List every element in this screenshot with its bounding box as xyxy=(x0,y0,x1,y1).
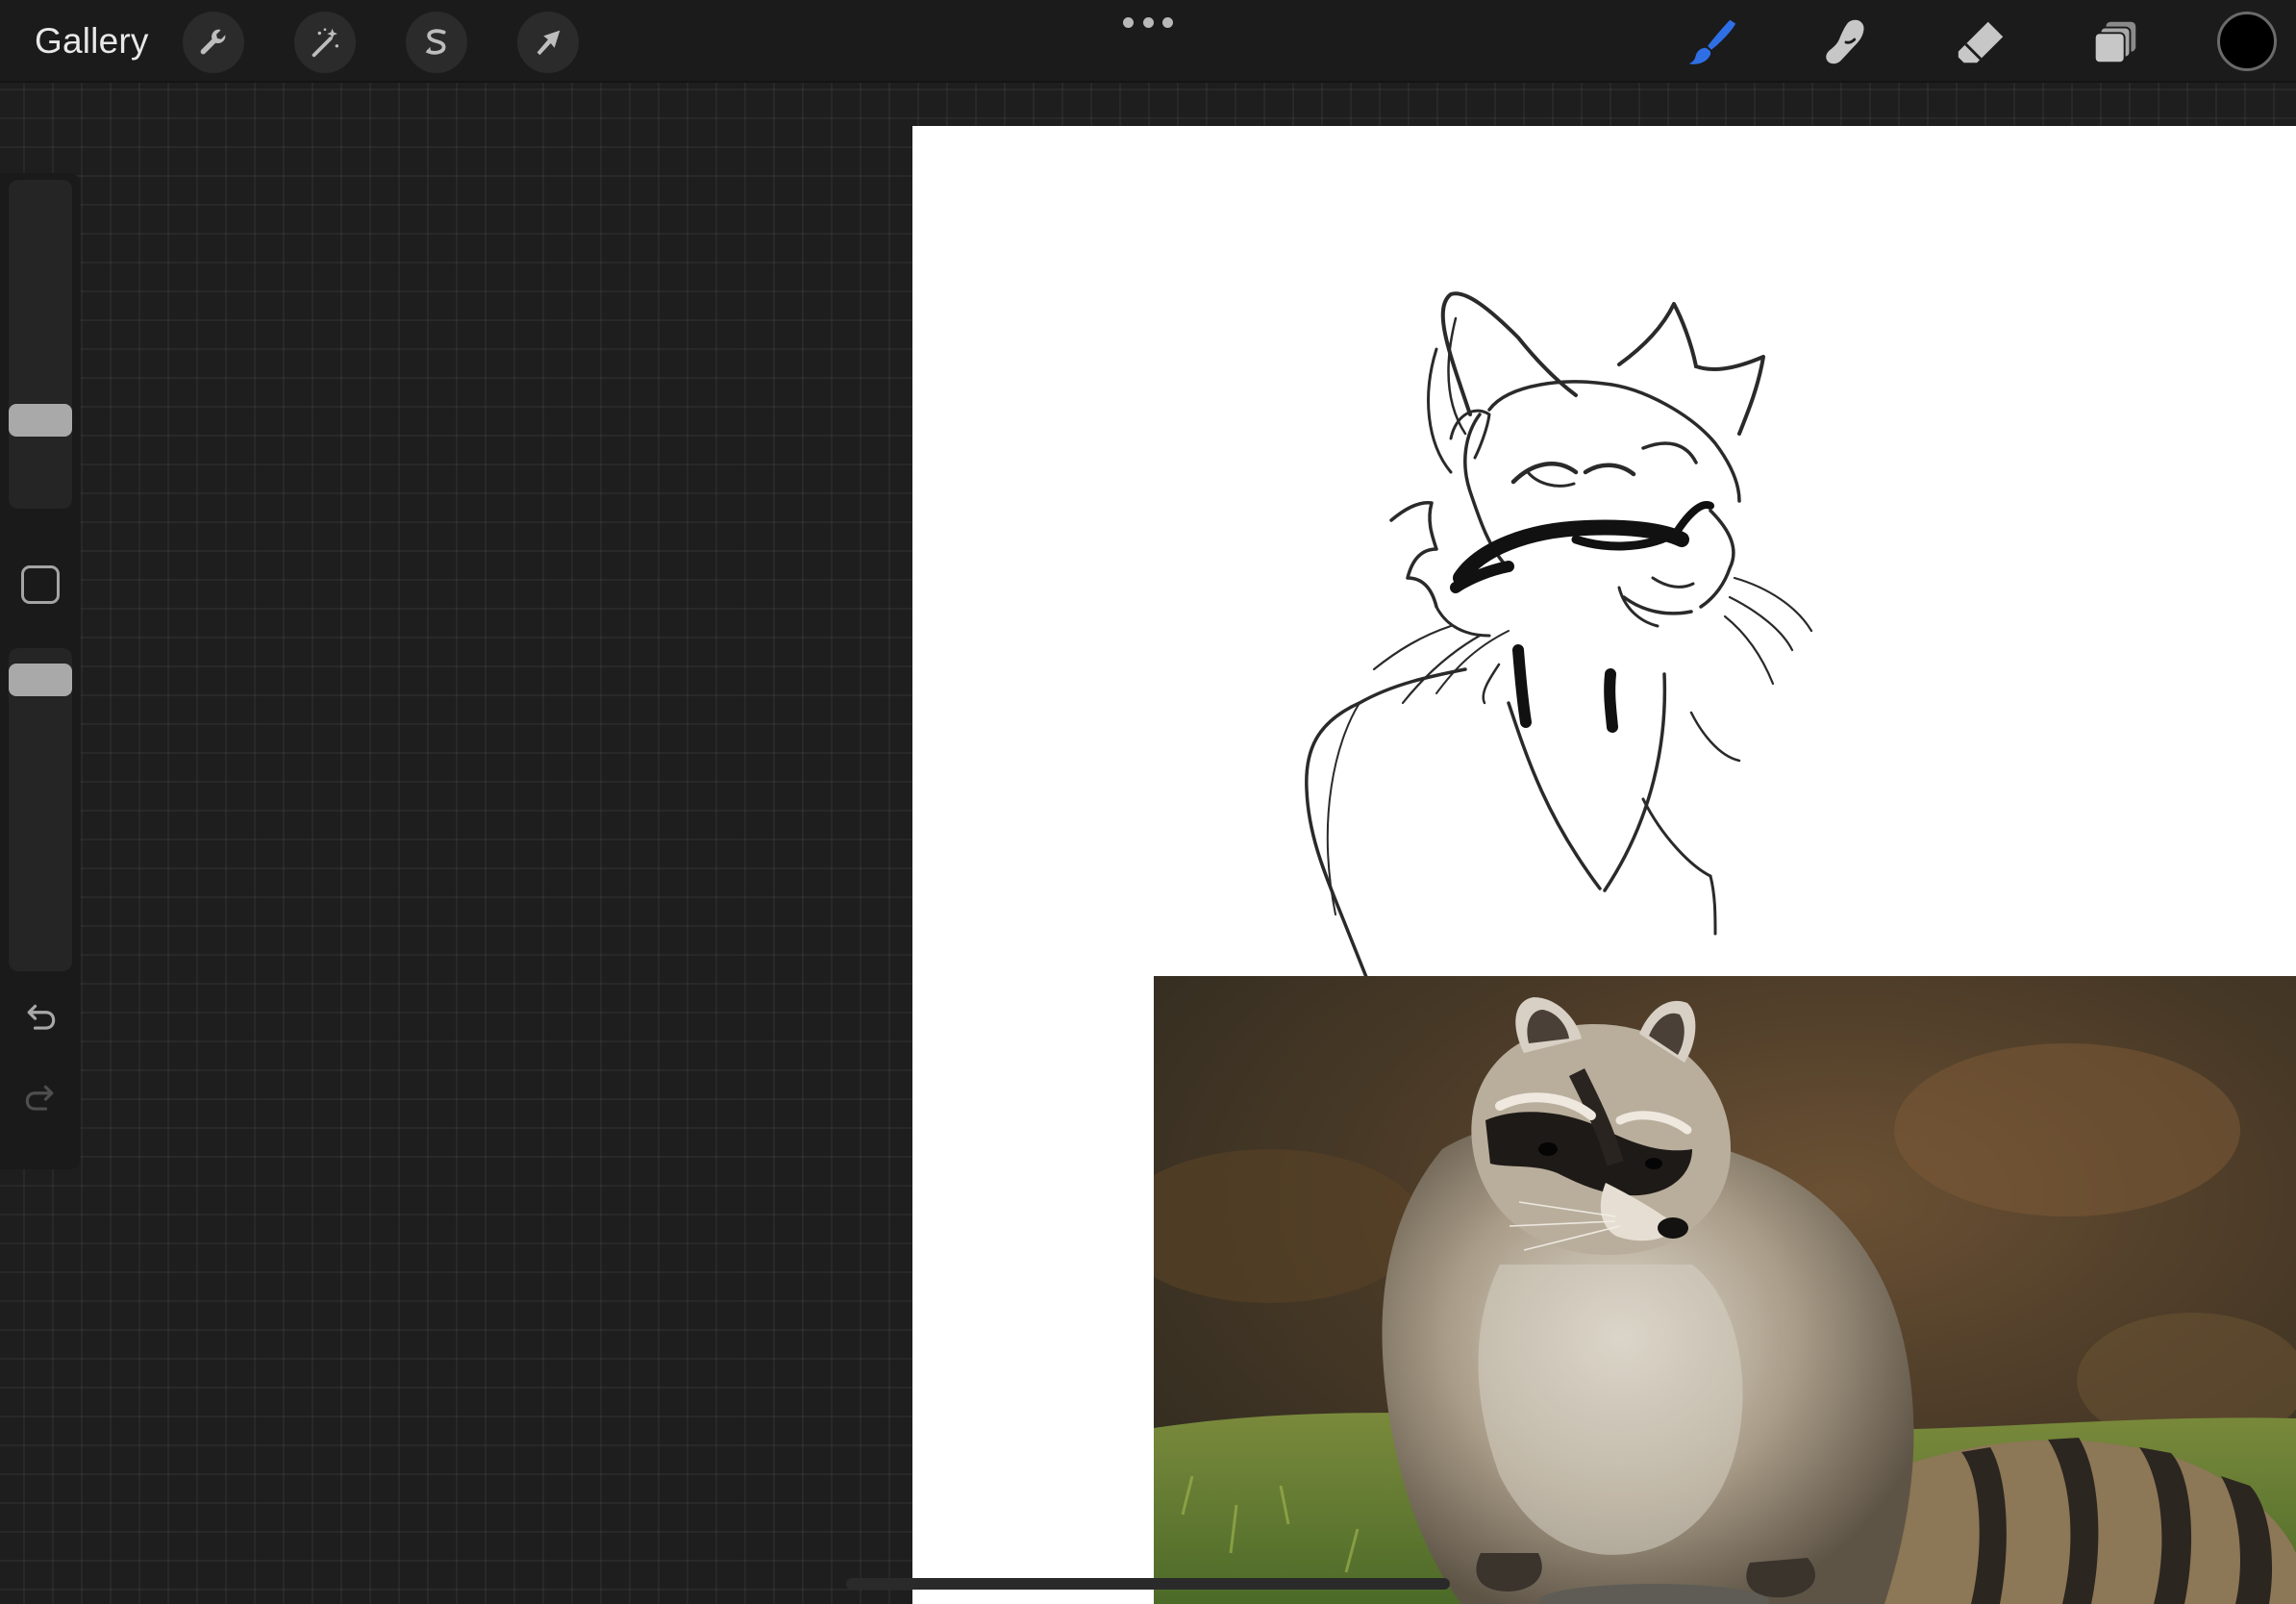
redo-icon[interactable] xyxy=(19,1079,62,1121)
brush-tool-button[interactable] xyxy=(1679,10,1744,75)
procreate-app: Gallery xyxy=(0,0,2296,1604)
top-toolbar: Gallery xyxy=(0,0,2296,83)
actions-button[interactable] xyxy=(183,12,244,73)
brush-size-slider-thumb[interactable] xyxy=(9,404,72,437)
brush-icon xyxy=(1688,19,1736,64)
adjustments-button[interactable] xyxy=(294,12,356,73)
raccoon-sketch xyxy=(1305,291,1813,991)
transform-button[interactable] xyxy=(517,12,579,73)
more-options-ellipsis-icon[interactable] xyxy=(1123,13,1173,31)
arrow-cursor-icon xyxy=(537,30,561,56)
raccoon-reference-photo[interactable] xyxy=(1154,976,2296,1604)
gallery-button[interactable]: Gallery xyxy=(35,17,149,65)
layers-button[interactable] xyxy=(2083,10,2148,75)
drawing-canvas[interactable] xyxy=(912,126,2296,1604)
wrench-icon xyxy=(200,29,226,55)
opacity-slider-thumb[interactable] xyxy=(9,664,72,696)
brush-size-slider[interactable] xyxy=(9,180,72,509)
modify-square-outline-icon[interactable] xyxy=(21,565,60,604)
selection-s-icon xyxy=(425,29,446,55)
opacity-slider[interactable] xyxy=(9,648,72,971)
color-picker-swatch[interactable] xyxy=(2217,12,2277,71)
smudge-finger-icon xyxy=(1826,19,1864,64)
layers-icon xyxy=(2093,21,2136,64)
home-indicator xyxy=(846,1578,1450,1590)
eraser-icon xyxy=(1958,21,2004,63)
smudge-tool-button[interactable] xyxy=(1813,10,1879,75)
left-sidebar xyxy=(0,173,81,1169)
eraser-tool-button[interactable] xyxy=(1948,10,2013,75)
selection-button[interactable] xyxy=(406,12,467,73)
magic-wand-icon xyxy=(312,28,339,58)
undo-icon[interactable] xyxy=(19,998,62,1040)
